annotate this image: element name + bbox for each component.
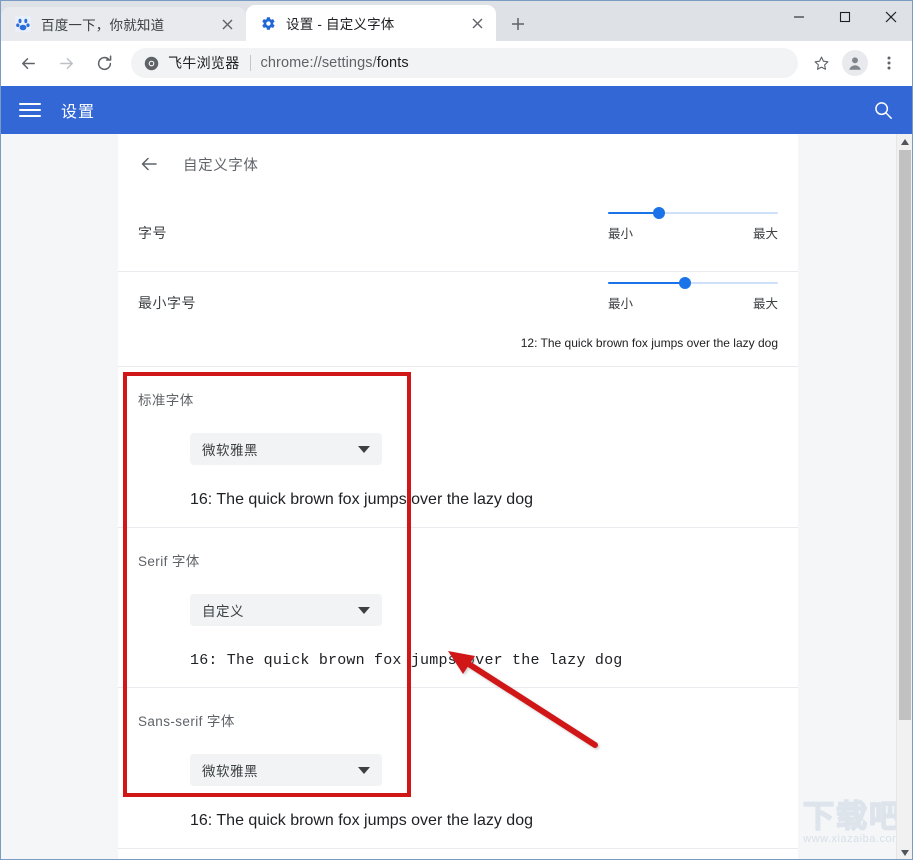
sans-serif-font-value: 微软雅黑: [202, 760, 358, 780]
standard-font-label: 标准字体: [138, 389, 778, 409]
gear-icon: [260, 15, 276, 31]
min-font-size-row: 最小字号 最小 最大: [118, 272, 798, 334]
sans-serif-font-section: Sans-serif 字体 微软雅黑 16: The quick brown f…: [118, 688, 798, 849]
maximize-button[interactable]: [822, 1, 868, 33]
serif-font-label: Serif 字体: [138, 550, 778, 570]
avatar: [842, 50, 868, 76]
slider-track[interactable]: [608, 212, 778, 214]
url-path: fonts: [377, 55, 409, 71]
chevron-down-icon: [358, 767, 370, 774]
scrollbar-thumb[interactable]: [899, 150, 911, 720]
avatar-icon[interactable]: [840, 48, 870, 78]
standard-font-select[interactable]: 微软雅黑: [190, 433, 382, 465]
search-icon[interactable]: [870, 97, 896, 123]
chrome-logo-icon: [143, 55, 159, 71]
reload-icon[interactable]: [88, 47, 120, 79]
sans-serif-font-label: Sans-serif 字体: [138, 710, 778, 730]
settings-title: 设置: [61, 98, 95, 122]
page-title: 自定义字体: [183, 154, 259, 175]
address-bar[interactable]: 飞牛浏览器 chrome://settings/fonts: [131, 48, 798, 78]
sans-serif-font-select[interactable]: 微软雅黑: [190, 754, 382, 786]
minimize-button[interactable]: [776, 1, 822, 33]
browser-toolbar: 飞牛浏览器 chrome://settings/fonts: [1, 41, 913, 86]
browser-window: 百度一下，你就知道 设置 - 自定义字体: [0, 0, 913, 860]
chevron-down-icon: [358, 446, 370, 453]
scroll-down-button[interactable]: [897, 845, 913, 860]
url-scheme: chrome://settings/: [261, 55, 377, 71]
slider-thumb[interactable]: [679, 277, 691, 289]
address-bar-url: chrome://settings/fonts: [261, 55, 409, 71]
serif-font-section: Serif 字体 自定义 16: The quick brown fox jum…: [118, 528, 798, 688]
chevron-down-icon: [358, 607, 370, 614]
browser-brand-label: 飞牛浏览器: [168, 53, 240, 73]
standard-font-value: 微软雅黑: [202, 439, 358, 459]
tab-baidu[interactable]: 百度一下，你就知道: [1, 7, 246, 41]
slider-track[interactable]: [608, 282, 778, 284]
scroll-up-button[interactable]: [897, 134, 913, 150]
min-font-size-slider[interactable]: 最小 最大: [608, 282, 778, 312]
serif-font-sample-text: 16: The quick brown fox jumps over the l…: [190, 652, 778, 669]
subpage-header: 自定义字体: [118, 134, 798, 194]
slider-min-label: 最小: [608, 293, 633, 312]
vertical-scrollbar[interactable]: [896, 134, 912, 860]
serif-font-select[interactable]: 自定义: [190, 594, 382, 626]
settings-page-body: 自定义字体 字号 最小 最大 最小字号: [1, 134, 913, 860]
standard-font-sample-text: 16: The quick brown fox jumps over the l…: [190, 491, 778, 509]
omnibox-divider: [250, 55, 251, 71]
slider-fill: [608, 212, 659, 214]
slider-end-labels: 最小 最大: [608, 223, 778, 242]
three-dot-menu-icon[interactable]: [874, 48, 904, 78]
font-size-label: 字号: [138, 223, 167, 243]
serif-font-value: 自定义: [202, 600, 358, 620]
fonts-settings-card: 自定义字体 字号 最小 最大 最小字号: [118, 134, 798, 860]
window-controls: [776, 1, 913, 33]
font-size-row: 字号 最小 最大: [118, 194, 798, 272]
tab-title: 百度一下，你就知道: [41, 14, 212, 34]
slider-fill: [608, 282, 685, 284]
hamburger-icon[interactable]: [19, 99, 41, 121]
slider-max-label: 最大: [753, 223, 778, 242]
settings-header-bar: 设置: [1, 86, 913, 134]
close-icon[interactable]: [468, 14, 486, 32]
close-icon[interactable]: [218, 15, 236, 33]
new-tab-button[interactable]: [504, 10, 532, 38]
slider-end-labels: 最小 最大: [608, 293, 778, 312]
tab-strip: 百度一下，你就知道 设置 - 自定义字体: [1, 1, 913, 41]
forward-arrow-icon[interactable]: [50, 47, 82, 79]
sans-serif-font-sample-text: 16: The quick brown fox jumps over the l…: [190, 812, 778, 830]
tab-settings[interactable]: 设置 - 自定义字体: [246, 5, 496, 41]
tab-title: 设置 - 自定义字体: [286, 13, 462, 33]
slider-min-label: 最小: [608, 223, 633, 242]
standard-font-section: 标准字体 微软雅黑 16: The quick brown fox jumps …: [118, 367, 798, 528]
slider-thumb[interactable]: [653, 207, 665, 219]
font-size-slider[interactable]: 最小 最大: [608, 212, 778, 242]
star-icon[interactable]: [806, 48, 836, 78]
close-button[interactable]: [868, 1, 913, 33]
slider-max-label: 最大: [753, 293, 778, 312]
min-font-size-label: 最小字号: [138, 293, 196, 313]
back-arrow-icon[interactable]: [137, 152, 161, 176]
baidu-paw-icon: [15, 16, 31, 32]
back-arrow-icon[interactable]: [12, 47, 44, 79]
min-font-size-sample-row: 12: The quick brown fox jumps over the l…: [118, 334, 798, 367]
min-font-size-sample-text: 12: The quick brown fox jumps over the l…: [521, 336, 778, 350]
